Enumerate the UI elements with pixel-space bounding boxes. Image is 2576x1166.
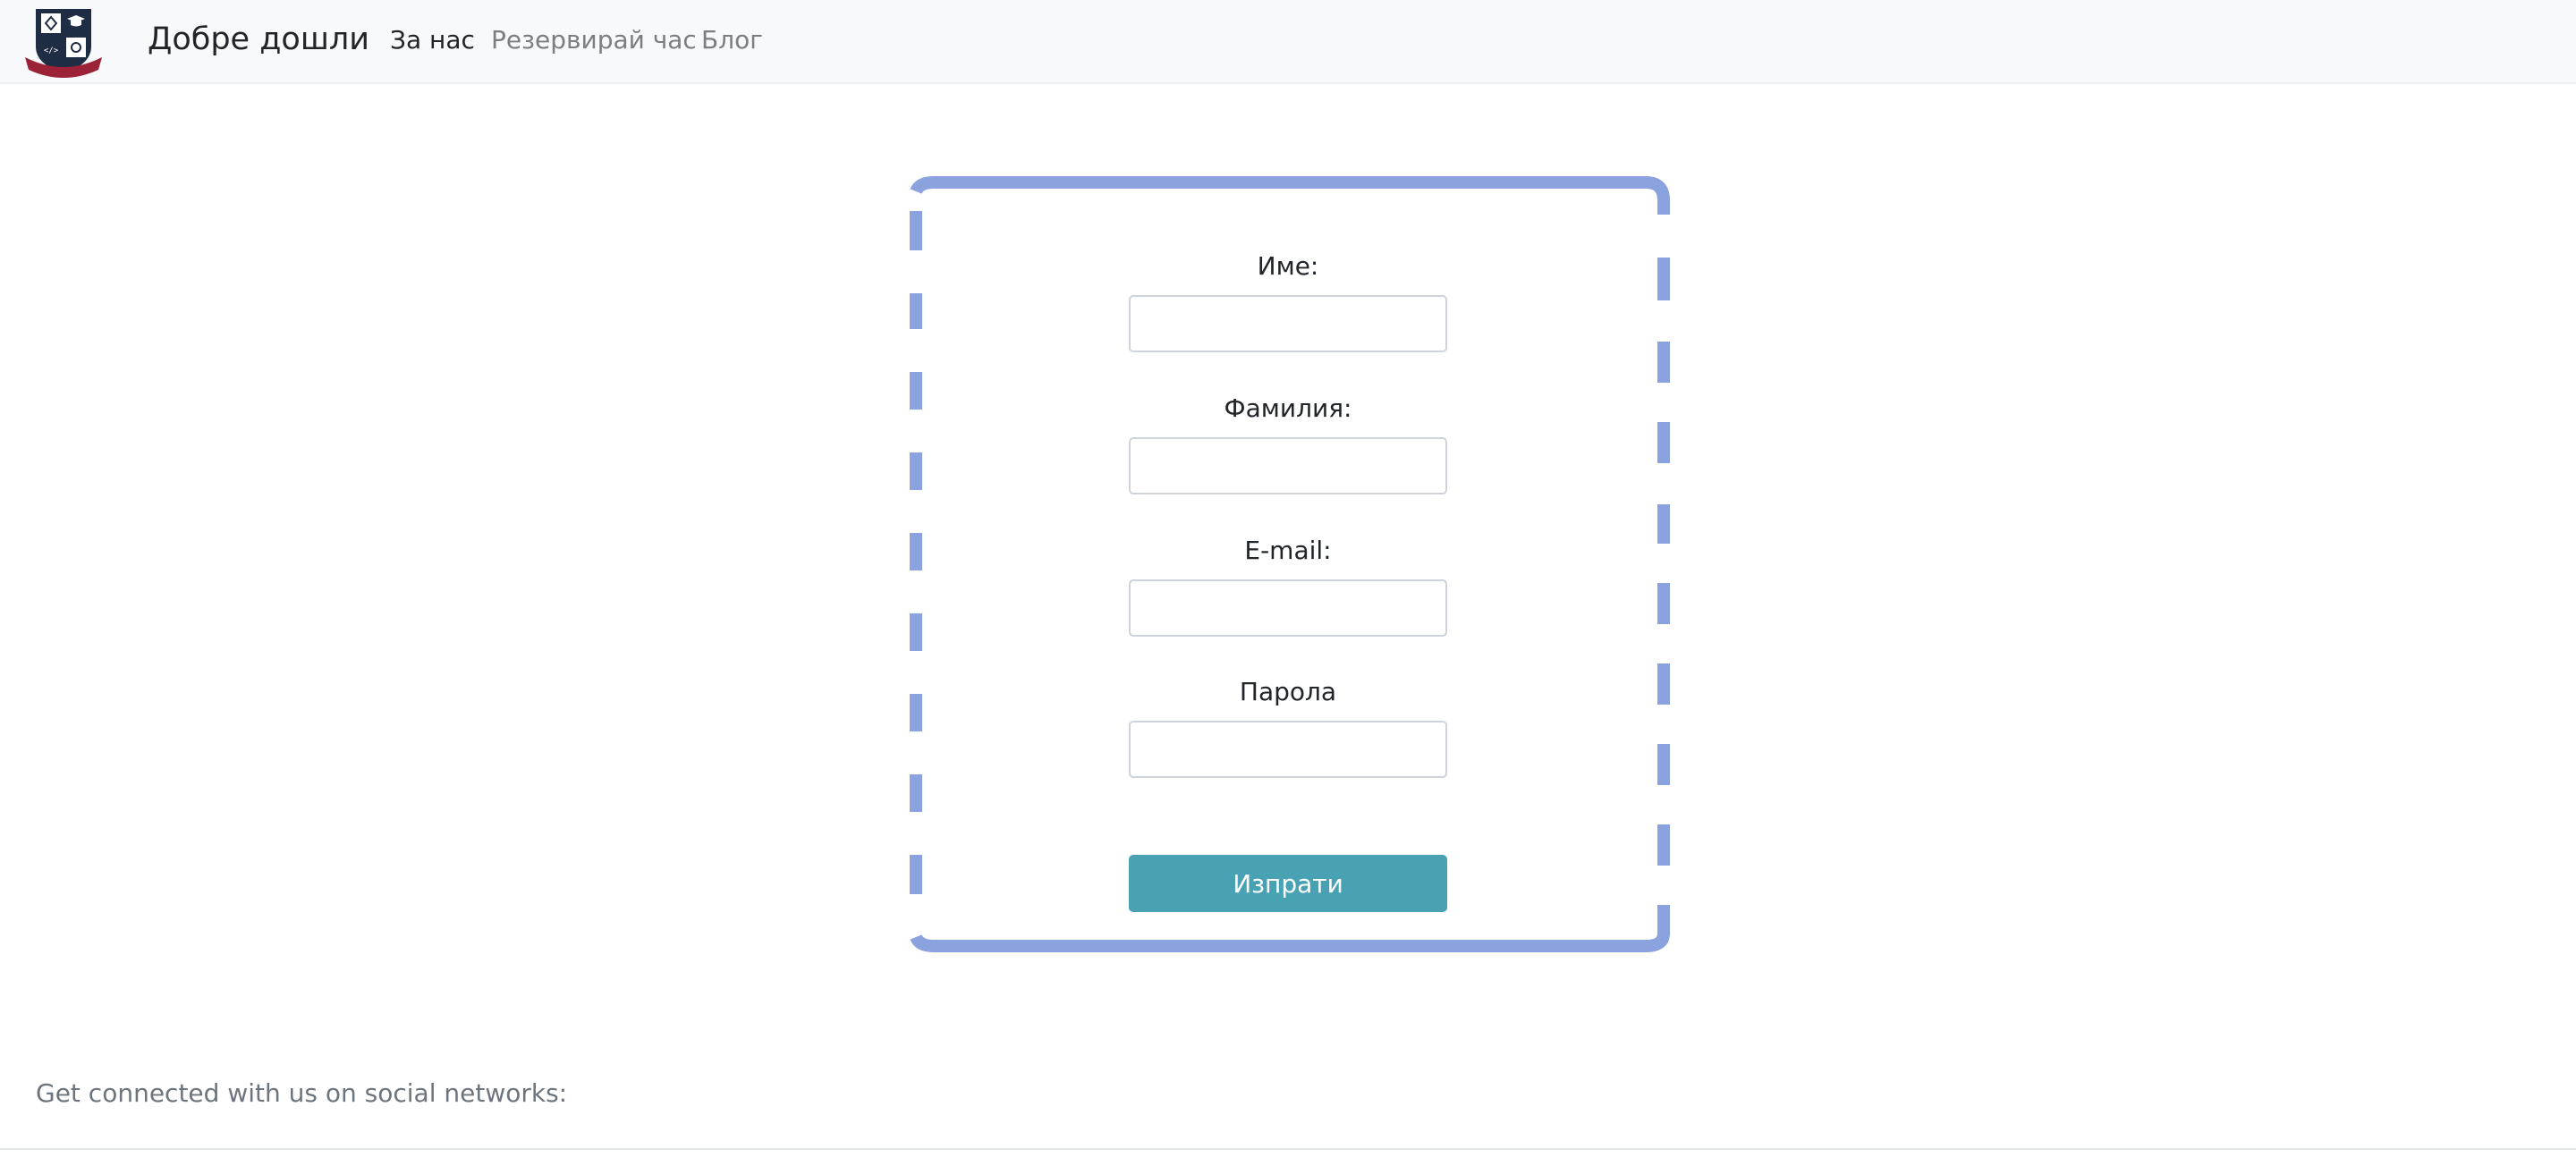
first-name-label: Име:: [1257, 251, 1319, 281]
password-label: Парола: [1239, 677, 1337, 706]
school-crest-logo[interactable]: </>: [23, 5, 104, 79]
first-name-input[interactable]: [1129, 295, 1447, 352]
submit-button[interactable]: Изпрати: [1129, 855, 1447, 912]
social-networks-text: Get connected with us on social networks…: [36, 1078, 568, 1108]
email-input[interactable]: [1129, 579, 1447, 637]
svg-text:</>: </>: [44, 46, 59, 55]
password-input[interactable]: [1129, 721, 1447, 778]
nav-link-blog[interactable]: Блог: [701, 23, 763, 57]
navbar: </> Добре дошли За нас Резервирай час Бл…: [0, 0, 2576, 84]
footer-divider: [0, 1148, 2576, 1150]
nav-link-about[interactable]: За нас: [390, 23, 475, 57]
last-name-input[interactable]: [1129, 437, 1447, 494]
last-name-label: Фамилия:: [1224, 393, 1352, 423]
brand-title[interactable]: Добре дошли: [148, 18, 369, 61]
nav-link-book-appointment[interactable]: Резервирай час: [491, 23, 697, 57]
email-label: E-mail:: [1244, 536, 1332, 565]
